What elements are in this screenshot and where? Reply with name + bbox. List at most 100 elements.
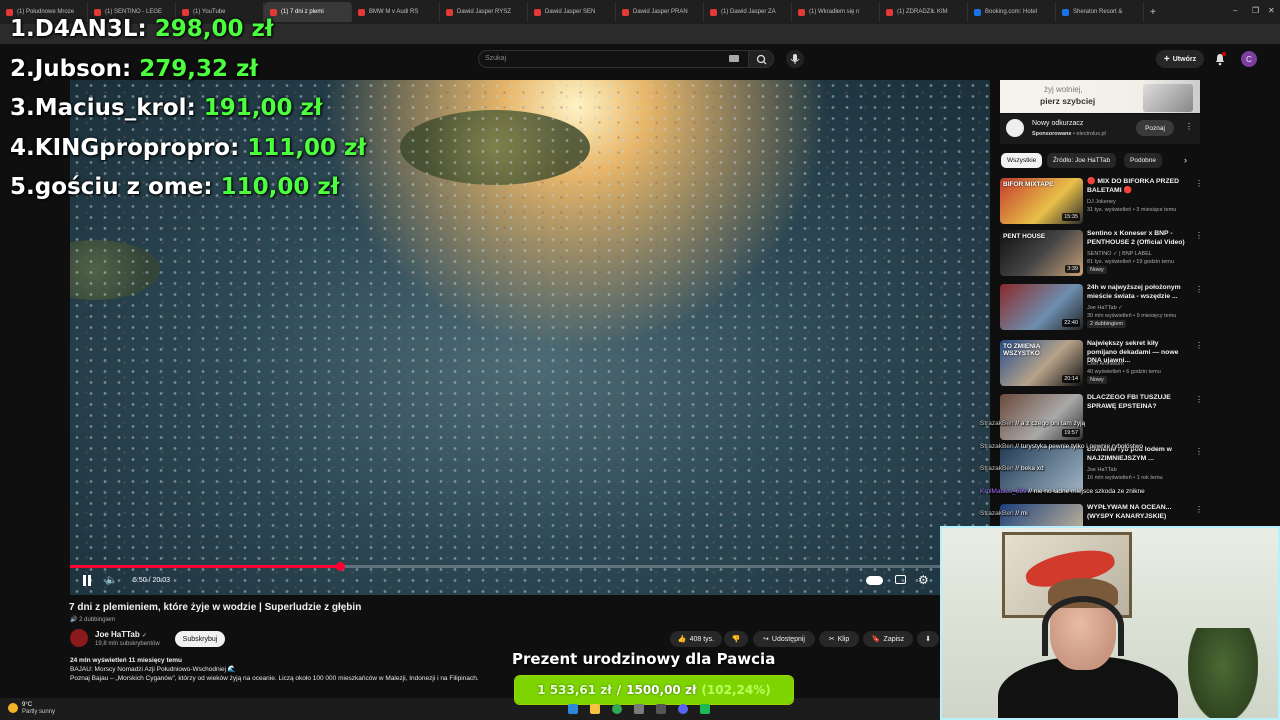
weather-temperature[interactable]: 9°C bbox=[22, 702, 32, 708]
more-options-icon[interactable]: ⋮ bbox=[1185, 122, 1193, 131]
youtube-favicon-icon bbox=[798, 8, 805, 16]
more-options-icon[interactable]: ⋮ bbox=[1195, 505, 1203, 514]
video-progress-bar[interactable] bbox=[70, 562, 990, 571]
browser-tab[interactable]: (1) Wkradłem się n bbox=[792, 2, 880, 22]
browser-tab[interactable]: (1) ZDRADZIŁ KIM bbox=[880, 2, 968, 22]
more-options-icon[interactable]: ⋮ bbox=[1195, 447, 1203, 456]
search-input[interactable]: Szukaj bbox=[478, 50, 750, 68]
more-options-icon[interactable]: ⋮ bbox=[1195, 341, 1203, 350]
chevron-right-icon[interactable]: › bbox=[1184, 155, 1187, 165]
subtitles-button[interactable] bbox=[895, 575, 906, 584]
like-button[interactable]: 👍 408 tys. bbox=[670, 631, 722, 647]
ad-cta-button[interactable]: Poznaj bbox=[1136, 120, 1174, 136]
video-thumbnail[interactable]: PENT HOUSE 3:39 bbox=[1000, 230, 1083, 276]
app-icon[interactable] bbox=[634, 704, 644, 714]
more-options-icon[interactable]: ⋮ bbox=[1195, 285, 1203, 294]
subscriber-count: 19,8 mln subskrybentów bbox=[95, 641, 160, 647]
leaderboard-rank: 5. bbox=[10, 174, 35, 200]
new-tab-button[interactable]: + bbox=[1150, 7, 1156, 18]
recommended-video[interactable]: TO ZMIENIA WSZYSTKO 20:14 Największy sekre… bbox=[1000, 340, 1203, 390]
video-thumbnail[interactable]: 22:40 bbox=[1000, 284, 1083, 330]
clip-button[interactable]: ✂ Klip bbox=[819, 631, 859, 647]
video-thumbnail[interactable]: BIFOR MIXTAPE 15:35 bbox=[1000, 178, 1083, 224]
youtube-favicon-icon bbox=[886, 8, 893, 16]
plant bbox=[1188, 628, 1258, 718]
browser-tab[interactable]: Dawid Jasper SEN bbox=[528, 2, 616, 22]
thumbs-up-icon: 👍 bbox=[677, 636, 687, 643]
donor-leaderboard: 1.D4AN3L: 298,00 zł 2.Jubson: 279,32 zł 3.… bbox=[10, 10, 366, 208]
youtube-favicon-icon bbox=[446, 8, 453, 16]
browser-tab-label: Dawid Jasper SEN bbox=[545, 9, 596, 15]
keyboard-icon[interactable] bbox=[729, 55, 739, 62]
chrome-icon[interactable] bbox=[612, 704, 622, 714]
discord-icon[interactable] bbox=[678, 704, 688, 714]
youtube-favicon-icon bbox=[622, 8, 629, 16]
video-channel[interactable]: SENTINO ✓ | BNP LABEL bbox=[1087, 250, 1197, 258]
recommended-video[interactable]: BIFOR MIXTAPE 15:35 🔴 MIX DO BIFORKA PRZED… bbox=[1000, 178, 1203, 228]
chip-source[interactable]: Źródło: Joe HaTTab bbox=[1047, 153, 1117, 168]
weather-description[interactable]: Partly sunny bbox=[22, 709, 55, 715]
player-controls: 🔈 5:50 / 20:03 ⚙ bbox=[70, 572, 990, 592]
create-label: Utwórz bbox=[1172, 55, 1197, 63]
download-button[interactable]: ⬇ bbox=[917, 631, 939, 647]
app-icon[interactable] bbox=[656, 704, 666, 714]
voice-search-button[interactable] bbox=[786, 50, 804, 68]
browser-tab[interactable]: Dawid Jasper PRAN bbox=[616, 2, 704, 22]
ad-banner[interactable]: żyj wolniej, pierz szybciej bbox=[1000, 80, 1200, 113]
notifications-bell-icon[interactable] bbox=[1214, 52, 1226, 66]
app-icon[interactable] bbox=[700, 704, 710, 714]
chip-related[interactable]: Podobne bbox=[1124, 153, 1163, 168]
volume-icon[interactable]: 🔈 bbox=[105, 575, 117, 586]
browser-tab-label: (1) Dawid Jasper ZA bbox=[721, 9, 776, 15]
recommended-video[interactable]: PENT HOUSE 3:39 Sentino x Koneser x BNP - … bbox=[1000, 230, 1203, 280]
stream-chat: StrazakBen // a z czego oni tam żyją Stra… bbox=[980, 418, 1180, 531]
video-channel[interactable]: Joe HaTTab ✓ bbox=[1087, 304, 1197, 312]
chat-text: mi bbox=[1020, 510, 1028, 517]
channel-name[interactable]: Joe HaTTab ✓ bbox=[95, 630, 147, 639]
ad-info-row[interactable]: Nowy odkurzacz Sponsorowane • electrolux… bbox=[1000, 114, 1200, 144]
search-button[interactable] bbox=[748, 50, 774, 68]
minimize-button[interactable]: – bbox=[1233, 6, 1237, 15]
video-title[interactable]: Sentino x Koneser x BNP - PENTHOUSE 2 (O… bbox=[1087, 230, 1187, 247]
video-description[interactable]: 24 mln wyświetleń 11 miesięcy temu BAJAU… bbox=[70, 656, 515, 696]
video-title[interactable]: 🔴 MIX DO BIFORKA PRZED BALETAMI 🔴 bbox=[1087, 178, 1187, 195]
channel-avatar[interactable] bbox=[70, 629, 88, 647]
leaderboard-row: 4.KINGpropropro: 111,00 zł bbox=[10, 129, 366, 169]
settings-gear-icon[interactable]: ⚙ bbox=[918, 573, 929, 587]
video-channel[interactable]: DJ Jokeney bbox=[1087, 198, 1197, 206]
chip-all[interactable]: Wszystkie bbox=[1001, 153, 1043, 168]
video-title[interactable]: DLACZEGO FBI TUSZUJE SPRAWĘ EPSTEINA? bbox=[1087, 394, 1187, 411]
account-avatar[interactable]: C bbox=[1241, 51, 1257, 67]
dislike-button[interactable]: 👎 bbox=[724, 631, 748, 647]
video-thumbnail[interactable]: TO ZMIENIA WSZYSTKO 20:14 bbox=[1000, 340, 1083, 386]
chat-username: StrazakBen bbox=[980, 442, 1014, 450]
save-button[interactable]: 🔖 Zapisz bbox=[863, 631, 913, 647]
create-button[interactable]: + Utwórz bbox=[1156, 50, 1204, 68]
folder-icon[interactable] bbox=[590, 704, 600, 714]
recommended-video[interactable]: 22:40 24h w najwyższej położonym mieście … bbox=[1000, 284, 1203, 334]
browser-tab[interactable]: (1) Dawid Jasper ZA bbox=[704, 2, 792, 22]
subscribe-button[interactable]: Subskrybuj bbox=[175, 631, 225, 647]
pause-button[interactable] bbox=[82, 575, 92, 586]
thumbs-down-icon: 👎 bbox=[731, 636, 741, 643]
windows-start-icon[interactable] bbox=[568, 704, 578, 714]
donation-goal-title: Prezent urodzinowy dla Pawcia bbox=[512, 650, 776, 668]
more-options-icon[interactable]: ⋮ bbox=[1195, 231, 1203, 240]
weather-icon bbox=[8, 703, 18, 713]
browser-tab-label: Sheraton Resort & bbox=[1073, 9, 1123, 15]
autoplay-toggle[interactable] bbox=[866, 576, 883, 585]
browser-tab[interactable]: Sheraton Resort & bbox=[1056, 2, 1144, 22]
share-button[interactable]: ↪ Udostępnij bbox=[753, 631, 815, 647]
video-badge: 2 dubbingiem bbox=[1087, 320, 1127, 328]
more-options-icon[interactable]: ⋮ bbox=[1195, 395, 1203, 404]
browser-tab[interactable]: Booking.com: Hotel bbox=[968, 2, 1056, 22]
close-window-button[interactable]: ✕ bbox=[1268, 6, 1275, 15]
browser-tab[interactable]: Dawid Jasper RYSZ bbox=[440, 2, 528, 22]
video-duration: 20:14 bbox=[1062, 375, 1080, 383]
browser-tab-label: Dawid Jasper PRAN bbox=[633, 9, 688, 15]
leaderboard-row: 5.gościu z ome: 110,00 zł bbox=[10, 168, 366, 208]
maximize-button[interactable]: ❐ bbox=[1252, 6, 1259, 15]
video-channel[interactable]: Cień Archiwum bbox=[1087, 360, 1197, 368]
video-title[interactable]: 24h w najwyższej położonym mieście świat… bbox=[1087, 284, 1187, 301]
more-options-icon[interactable]: ⋮ bbox=[1195, 179, 1203, 188]
